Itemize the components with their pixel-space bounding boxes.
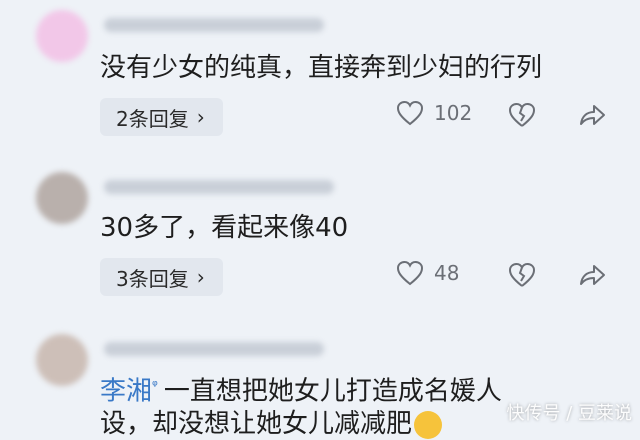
view-replies-button[interactable]: 2条回复 › (100, 98, 223, 136)
watermark: 快传号 / 豆莱说 (506, 403, 632, 424)
username-blurred (104, 180, 334, 194)
avatar[interactable] (36, 10, 88, 62)
dislike-button[interactable] (508, 262, 536, 292)
comment-text: 一直想把她女儿打造成名媛人 (163, 376, 502, 407)
user-badge-icon: ᵠ (152, 378, 158, 394)
dislike-button[interactable] (508, 102, 536, 132)
comment-text: 30多了，看起来像40 (100, 213, 349, 243)
share-button[interactable] (578, 262, 606, 292)
share-arrow-icon (580, 265, 605, 285)
comment-text: 没有少女的纯真，直接奔到少妇的行列 (100, 53, 543, 83)
broken-heart-icon (508, 262, 536, 287)
view-replies-button[interactable]: 3条回复 › (100, 258, 223, 296)
comment-text-line1: 李湘ᵠ 一直想把她女儿打造成名媛人 (100, 370, 502, 408)
like-count: 48 (434, 261, 460, 285)
share-arrow-icon (580, 105, 605, 125)
chevron-right-icon: › (196, 105, 205, 129)
broken-heart-icon (508, 102, 536, 127)
mentioned-username[interactable]: 李湘 (100, 377, 152, 407)
username-blurred (104, 18, 324, 32)
like-button[interactable]: 48 (396, 260, 459, 286)
share-button[interactable] (578, 102, 606, 132)
avatar[interactable] (36, 334, 88, 386)
laughing-emoji-icon (414, 410, 443, 439)
like-count: 102 (434, 101, 473, 125)
like-button[interactable]: 102 (396, 100, 472, 126)
comment-text: 设，却没想让她女儿减减肥 (100, 409, 413, 439)
reply-count-label: 3条回复 (116, 266, 189, 291)
avatar[interactable] (36, 172, 88, 224)
comment-actions: 48 (396, 260, 616, 294)
comment-text-line2: 设，却没想让她女儿减减肥 (100, 408, 443, 440)
username-blurred (104, 342, 324, 356)
reply-count-label: 2条回复 (116, 106, 189, 131)
heart-outline-icon (396, 260, 424, 286)
comment-actions: 102 (396, 100, 616, 134)
chevron-right-icon: › (196, 265, 205, 289)
heart-outline-icon (396, 100, 424, 126)
